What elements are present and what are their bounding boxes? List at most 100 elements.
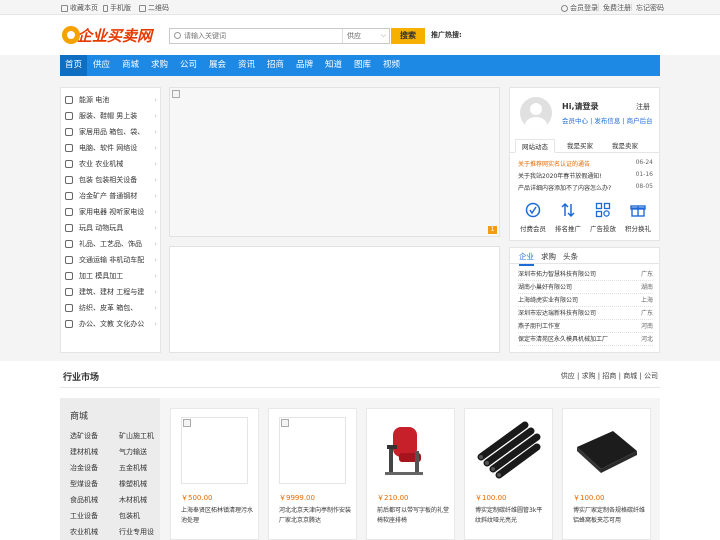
product-name[interactable]: 博实厂家定制各规格碳纤维铝蜂窝板夹芯可用 xyxy=(573,506,645,528)
product-card[interactable]: ￥210.00 前后都可以带写字板的礼堂椅软座排椅 xyxy=(366,408,455,540)
nav-item-invest[interactable]: 招商 xyxy=(262,55,289,76)
category-item[interactable]: 加工 模具加工 › xyxy=(65,268,157,284)
forgot-password-link[interactable]: 忘记密码 xyxy=(636,3,664,13)
nav-item-expo[interactable]: 展会 xyxy=(204,55,231,76)
nav-item-buy[interactable]: 求购 xyxy=(146,55,173,76)
merchant-admin-link[interactable]: 商户后台 xyxy=(627,117,653,125)
company-row[interactable]: 深圳市拓力智慧科技有限公司 广东 xyxy=(518,269,653,281)
register-link[interactable]: 免费注册 xyxy=(603,3,631,13)
mall-category-link[interactable]: 橡塑机械 xyxy=(119,479,147,489)
category-item[interactable]: 交通运输 非机动车配 › xyxy=(65,252,157,268)
member-center-link[interactable]: 会员中心 xyxy=(562,117,588,125)
product-price: ￥210.00 xyxy=(377,494,409,502)
nav-item-mall[interactable]: 商城 xyxy=(117,55,144,76)
mobile-icon xyxy=(103,4,108,12)
toy-icon xyxy=(65,224,73,232)
category-item[interactable]: 农业 农业机械 › xyxy=(65,156,157,172)
nav-item-company[interactable]: 公司 xyxy=(175,55,202,76)
mall-category-link[interactable]: 食品机械 xyxy=(70,495,98,505)
site-logo[interactable]: 企业买卖网 xyxy=(62,24,152,46)
news-item[interactable]: 产品详细内容添加不了内容怎么办? 08-05 xyxy=(518,183,653,192)
tab-buyer[interactable]: 我是买家 xyxy=(560,139,600,153)
market-link-company[interactable]: 公司 xyxy=(644,372,658,380)
mall-category-link[interactable]: 型煤设备 xyxy=(70,479,98,489)
search-type-select[interactable]: 供应 ⌵ xyxy=(342,29,390,43)
login-link[interactable]: 会员登录 xyxy=(561,3,598,13)
mall-category-link[interactable]: 木材机械 xyxy=(119,495,147,505)
chevron-right-icon: › xyxy=(154,256,157,264)
mall-category-link[interactable]: 五金机械 xyxy=(119,463,147,473)
paid-member-button[interactable]: 付费会员 xyxy=(518,202,548,233)
mall-category-link[interactable]: 包装机 xyxy=(119,511,140,521)
mobile-link[interactable]: 手机版 xyxy=(103,3,131,13)
nav-item-gallery[interactable]: 图库 xyxy=(349,55,376,76)
tab-seller[interactable]: 我是卖家 xyxy=(605,139,645,153)
category-item[interactable]: 礼品、工艺品、饰品 › xyxy=(65,236,157,252)
login-greeting[interactable]: Hi,请登录 xyxy=(562,101,598,112)
product-name[interactable]: 前后都可以带写字板的礼堂椅软座排椅 xyxy=(377,506,449,528)
category-item[interactable]: 包装 包装相关设备 › xyxy=(65,172,157,188)
company-row[interactable]: 保定市清苑区永久模具机械加工厂 河北 xyxy=(518,334,653,346)
nav-item-video[interactable]: 视频 xyxy=(378,55,405,76)
nav-item-supply[interactable]: 供应 xyxy=(88,55,115,76)
product-card[interactable]: ￥9999.00 河北北京天津向亭制作安装厂家北京京腾达 xyxy=(268,408,357,540)
register-button[interactable]: 注册 xyxy=(636,102,650,112)
product-name[interactable]: 河北北京天津向亭制作安装厂家北京京腾达 xyxy=(279,506,351,528)
category-item[interactable]: 能源 电池 › xyxy=(65,92,157,108)
news-item[interactable]: 关于我站2020年春节放假通知! 01-16 xyxy=(518,171,653,180)
product-card[interactable]: ￥100.00 博实定制碳纤维圆管3k平纹斜纹哑光亮光 xyxy=(464,408,553,540)
gift-icon xyxy=(65,240,73,248)
product-name[interactable]: 博实定制碳纤维圆管3k平纹斜纹哑光亮光 xyxy=(475,506,547,528)
nav-item-knowledge[interactable]: 知道 xyxy=(320,55,347,76)
appliance-icon xyxy=(65,208,73,216)
news-item[interactable]: 关于推荐网实名认证的通告 06-24 xyxy=(518,159,653,168)
mall-category-link[interactable]: 选矿设备 xyxy=(70,431,98,441)
points-exchange-button[interactable]: 积分换礼 xyxy=(623,202,653,233)
mall-category-link[interactable]: 矿山施工机 xyxy=(119,431,154,441)
mall-category-link[interactable]: 建材机械 xyxy=(70,447,98,457)
market-link-mall[interactable]: 商城 xyxy=(623,372,637,380)
bookmark-link[interactable]: 收藏本页 xyxy=(61,3,98,13)
category-item[interactable]: 冶金矿产 普通钢材 › xyxy=(65,188,157,204)
nav-item-home[interactable]: 首页 xyxy=(60,55,87,76)
product-card[interactable]: ￥500.00 上海奉贤区柘林镇清理污水池处理 xyxy=(170,408,259,540)
banner-slider[interactable]: 1 xyxy=(169,87,500,237)
ad-placement-button[interactable]: 广告投放 xyxy=(588,202,618,233)
product-card[interactable]: ￥100.00 博实厂家定制各规格碳纤维铝蜂窝板夹芯可用 xyxy=(562,408,651,540)
company-row[interactable]: 上海绮虎实业有限公司 上海 xyxy=(518,295,653,307)
qrcode-link[interactable]: 二维码 xyxy=(139,3,169,13)
tab-purchase[interactable]: 求购 xyxy=(541,251,556,262)
tab-headlines[interactable]: 头条 xyxy=(563,251,578,262)
search-input[interactable] xyxy=(184,30,334,42)
nav-item-brand[interactable]: 品牌 xyxy=(291,55,318,76)
mall-category-link[interactable]: 冶金设备 xyxy=(70,463,98,473)
market-link-supply[interactable]: 供应 xyxy=(561,372,575,380)
post-info-link[interactable]: 发布信息 xyxy=(594,117,620,125)
product-name[interactable]: 上海奉贤区柘林镇清理污水池处理 xyxy=(181,506,253,528)
category-item[interactable]: 办公、文教 文化办公 › xyxy=(65,316,157,332)
category-item[interactable]: 服装、鞋帽 男上装 › xyxy=(65,108,157,124)
chevron-right-icon: › xyxy=(154,144,157,152)
market-link-invest[interactable]: 招商 xyxy=(602,372,616,380)
nav-item-news[interactable]: 资讯 xyxy=(233,55,260,76)
mall-category-link[interactable]: 工业设备 xyxy=(70,511,98,521)
tab-site-news[interactable]: 网站动态 xyxy=(515,139,555,153)
search-button[interactable]: 搜索 xyxy=(391,28,425,44)
category-item[interactable]: 电脑、软件 网络设 › xyxy=(65,140,157,156)
category-item[interactable]: 家居用品 箱包、袋、 › xyxy=(65,124,157,140)
category-item[interactable]: 家用电器 视听家电设 › xyxy=(65,204,157,220)
mall-category-link[interactable]: 行业专用设 xyxy=(119,527,154,537)
company-row[interactable]: 深圳市宏达瑞新科技有限公司 广东 xyxy=(518,308,653,320)
ranking-promo-button[interactable]: 排名推广 xyxy=(553,202,583,233)
category-item[interactable]: 玩具 动物玩具 › xyxy=(65,220,157,236)
market-link-buy[interactable]: 求购 xyxy=(582,372,596,380)
category-item[interactable]: 建筑、建材 工程与建 › xyxy=(65,284,157,300)
search-icon xyxy=(174,32,181,39)
company-row[interactable]: 湖南小巢好有限公司 湖南 xyxy=(518,282,653,294)
logo-text: 企业买卖网 xyxy=(77,26,153,45)
category-item[interactable]: 纺织、皮革 箱包、 › xyxy=(65,300,157,316)
mall-category-link[interactable]: 气力输送 xyxy=(119,447,147,457)
mall-category-link[interactable]: 农业机械 xyxy=(70,527,98,537)
company-row[interactable]: 燕子朋刊工作室 河南 xyxy=(518,321,653,333)
slide-indicator[interactable]: 1 xyxy=(488,226,497,234)
